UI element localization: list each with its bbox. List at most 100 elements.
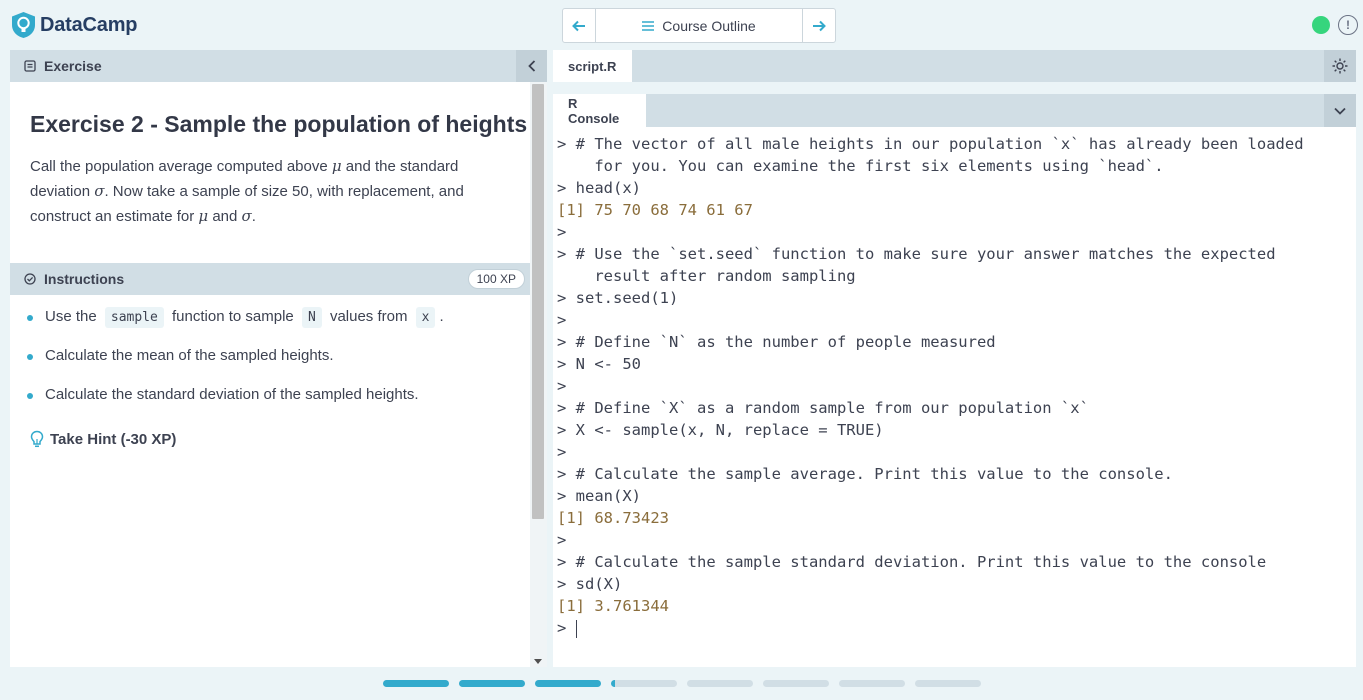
exercise-description: Call the population average computed abo… xyxy=(30,157,464,225)
code-sample: sample xyxy=(104,307,164,328)
editor-settings-button[interactable] xyxy=(1324,50,1356,82)
arrow-right-icon xyxy=(813,20,826,31)
console-input-line: > # Calculate the sample standard deviat… xyxy=(557,551,1352,573)
console-prompt: > xyxy=(557,179,576,197)
brand-name: DataCamp xyxy=(40,13,138,36)
take-hint-button[interactable]: Take Hint (-30 XP) xyxy=(30,430,176,448)
r-console-panel: R Console > # The vector of all male hei… xyxy=(553,94,1356,667)
console-prompt: > xyxy=(557,135,576,153)
console-input-line: > xyxy=(557,309,1352,331)
console-input-line: > # Calculate the sample average. Print … xyxy=(557,463,1352,485)
connection-status-indicator xyxy=(1312,16,1330,34)
console-prompt xyxy=(557,157,576,175)
console-prompt: > xyxy=(557,333,576,351)
course-outline-button[interactable]: Course Outline xyxy=(596,9,802,42)
console-output-line: [1] 3.761344 xyxy=(557,595,1352,617)
console-text: set.seed(1) xyxy=(575,289,679,307)
console-prompt: > xyxy=(557,355,576,373)
console-prompt: > xyxy=(557,575,576,593)
code-n: N xyxy=(301,307,322,328)
console-input-line: > sd(X) xyxy=(557,573,1352,595)
exercise-title: Exercise 2 - Sample the population of he… xyxy=(30,111,528,137)
console-output[interactable]: > # The vector of all male heights in ou… xyxy=(557,133,1352,639)
console-text: # Calculate the sample average. Print th… xyxy=(575,465,1173,483)
instructions-list: Use the sample function to sample N valu… xyxy=(27,306,517,423)
progress-segment[interactable] xyxy=(535,680,601,687)
console-text: for you. You can examine the first six e… xyxy=(575,157,1164,175)
console-text: result after random sampling xyxy=(575,267,856,285)
console-text: [1] 68.73423 xyxy=(557,509,669,527)
console-prompt: > xyxy=(557,289,576,307)
arrow-left-icon xyxy=(572,20,585,31)
console-prompt: > xyxy=(557,487,576,505)
collapse-panel-button[interactable] xyxy=(516,50,547,82)
exercise-header: Exercise xyxy=(10,50,547,82)
exercise-scrollbar[interactable] xyxy=(530,82,547,667)
instruction-item: Calculate the mean of the sampled height… xyxy=(27,345,517,384)
console-prompt: > xyxy=(557,553,576,571)
console-input-line: > xyxy=(557,221,1352,243)
progress-segment[interactable] xyxy=(459,680,525,687)
take-hint-label: Take Hint (-30 XP) xyxy=(50,430,177,448)
console-text: sd(X) xyxy=(575,575,623,593)
console-text: # Define `N` as the number of people mea… xyxy=(575,333,996,351)
chevron-down-icon xyxy=(1334,107,1346,115)
console-input-line: > # Define `X` as a random sample from o… xyxy=(557,397,1352,419)
exercise-header-label: Exercise xyxy=(44,58,102,74)
scroll-down-arrow-icon[interactable] xyxy=(534,659,542,664)
console-input-line: > # The vector of all male heights in ou… xyxy=(557,133,1352,155)
console-input-line: > xyxy=(557,441,1352,463)
lightbulb-icon xyxy=(30,430,44,448)
progress-segment[interactable] xyxy=(383,680,449,687)
progress-segment[interactable] xyxy=(611,680,677,687)
progress-segment[interactable] xyxy=(915,680,981,687)
progress-segment[interactable] xyxy=(687,680,753,687)
console-output-line: [1] 75 70 68 74 61 67 xyxy=(557,199,1352,221)
chevron-left-icon xyxy=(527,60,535,72)
console-prompt: > xyxy=(557,443,576,461)
alert-icon[interactable]: ! xyxy=(1338,15,1358,35)
console-input-line: > # Use the `set.seed` function to make … xyxy=(557,243,1352,265)
console-text: # The vector of all male heights in our … xyxy=(575,135,1304,153)
editor-tab-bar: script.R xyxy=(553,50,1356,82)
console-prompt: > xyxy=(557,223,576,241)
tab-script-r[interactable]: script.R xyxy=(553,50,632,82)
next-exercise-button[interactable] xyxy=(802,9,835,42)
check-circle-icon xyxy=(24,273,36,285)
scrollbar-thumb[interactable] xyxy=(532,84,544,519)
console-prompt: > xyxy=(557,465,576,483)
document-icon xyxy=(24,60,36,72)
console-output-line: [1] 68.73423 xyxy=(557,507,1352,529)
instructions-header-label: Instructions xyxy=(44,271,125,287)
console-prompt: > xyxy=(557,311,576,329)
instruction-item: Use the sample function to sample N valu… xyxy=(27,306,517,345)
instructions-header: Instructions 100 XP xyxy=(10,263,530,295)
console-text: [1] 75 70 68 74 61 67 xyxy=(557,201,753,219)
course-nav: Course Outline xyxy=(562,8,836,43)
exercise-panel: Exercise Exercise 2 - Sample the populat… xyxy=(10,50,547,667)
console-text: # Define `X` as a random sample from our… xyxy=(575,399,1089,417)
code-x: x xyxy=(415,307,436,328)
console-prompt: > xyxy=(557,531,576,549)
console-text: # Use the `set.seed` function to make su… xyxy=(575,245,1276,263)
progress-segment[interactable] xyxy=(839,680,905,687)
brand-logo[interactable]: DataCamp xyxy=(10,11,138,39)
console-prompt xyxy=(557,267,576,285)
console-collapse-button[interactable] xyxy=(1324,94,1356,127)
console-cursor[interactable] xyxy=(575,619,577,638)
progress-segment[interactable] xyxy=(763,680,829,687)
console-prompt: > xyxy=(557,399,576,417)
menu-icon xyxy=(642,20,655,31)
console-text: # Calculate the sample standard deviatio… xyxy=(575,553,1267,571)
console-text: [1] 3.761344 xyxy=(557,597,669,615)
prev-exercise-button[interactable] xyxy=(563,9,596,42)
xp-badge: 100 XP xyxy=(467,269,525,289)
console-text: head(x) xyxy=(575,179,641,197)
datacamp-shield-icon xyxy=(12,12,35,38)
console-input-line: for you. You can examine the first six e… xyxy=(557,155,1352,177)
console-input-line: > N <- 50 xyxy=(557,353,1352,375)
console-input-line: > head(x) xyxy=(557,177,1352,199)
exercise-progress-bar xyxy=(383,680,981,687)
console-input-line: > X <- sample(x, N, replace = TRUE) xyxy=(557,419,1352,441)
tab-r-console[interactable]: R Console xyxy=(553,94,646,127)
